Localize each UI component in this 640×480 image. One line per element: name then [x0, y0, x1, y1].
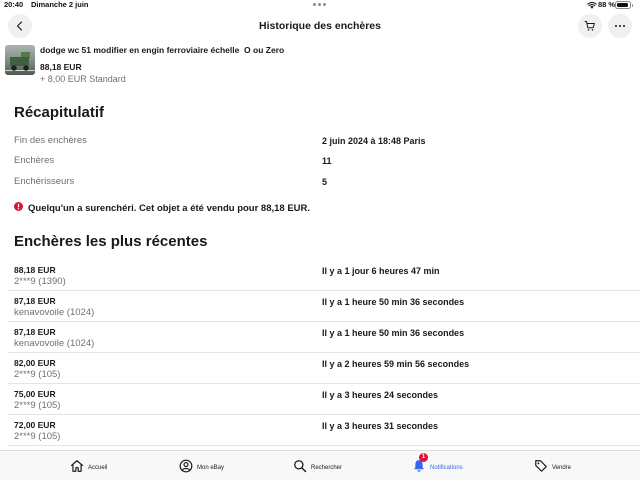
- bid-row: 72,00 EUR 2***9 (105) Il y a 3 heures 31…: [0, 415, 640, 446]
- item-card[interactable]: dodge wc 51 modifier en engin ferroviair…: [0, 42, 640, 84]
- summary-value: 2 juin 2024 à 18:48 Paris: [322, 136, 426, 146]
- tab-search[interactable]: Rechercher: [293, 451, 342, 480]
- bid-time: Il y a 1 heure 50 min 36 secondes: [322, 297, 465, 307]
- alert-message: Quelqu'un a surenchéri. Cet objet a été …: [28, 203, 311, 214]
- more-options-button[interactable]: [608, 14, 632, 38]
- tab-label: Notifications: [430, 465, 463, 471]
- bid-row: 88,18 EUR 2***9 (1390) Il y a 1 jour 6 h…: [0, 260, 640, 291]
- summary-label: Enchérisseurs: [14, 176, 75, 187]
- bid-amount: 75,00 EUR: [14, 389, 56, 399]
- battery-percentage: 88 %: [598, 0, 616, 9]
- bid-amount: 87,18 EUR: [14, 327, 56, 337]
- bid-time: Il y a 2 heures 59 min 56 secondes: [322, 359, 470, 369]
- bidder-name: kenavovoile (1024): [14, 307, 95, 318]
- tab-sell[interactable]: Vendre: [534, 451, 571, 480]
- tab-label: Rechercher: [311, 465, 343, 471]
- bid-time: Il y a 3 heures 24 secondes: [322, 390, 439, 400]
- bid-row: 87,18 EUR kenavovoile (1024) Il y a 1 he…: [0, 322, 640, 353]
- tab-notifications[interactable]: 1 Notifications: [412, 451, 463, 480]
- page-title: Historique des enchères: [259, 20, 381, 32]
- battery-fill: [617, 3, 628, 7]
- summary-label: Enchères: [14, 155, 55, 166]
- bid-time: Il y a 1 heure 50 min 36 secondes: [322, 328, 465, 338]
- bidder-name: 2***9 (1390): [14, 276, 66, 287]
- battery-icon: [615, 1, 631, 9]
- status-date: Dimanche 2 juin: [31, 0, 89, 9]
- tab-home[interactable]: Accueil: [70, 451, 107, 480]
- bidder-name: 2***9 (105): [14, 400, 61, 411]
- bid-time: Il y a 1 jour 6 heures 47 min: [322, 266, 440, 276]
- bid-row: 75,00 EUR 2***9 (105) Il y a 3 heures 24…: [0, 384, 640, 415]
- bid-amount: 82,00 EUR: [14, 358, 56, 368]
- cart-icon: [584, 21, 595, 31]
- bid-amount: 87,18 EUR: [14, 296, 56, 306]
- recent-bids-heading: Enchères les plus récentes: [14, 233, 208, 250]
- cart-button[interactable]: [578, 14, 602, 38]
- more-options-icon: [614, 24, 626, 28]
- bid-time: Il y a 3 heures 31 secondes: [322, 421, 439, 431]
- tab-bar: Accueil Mon eBay Rechercher 1 Notificati…: [0, 450, 640, 480]
- home-icon: [70, 460, 84, 472]
- account-icon: [179, 459, 193, 473]
- bidder-name: kenavovoile (1024): [14, 338, 95, 349]
- bidder-name: 2***9 (105): [14, 431, 61, 442]
- tab-label: Mon eBay: [197, 465, 225, 471]
- tab-label: Accueil: [88, 465, 108, 471]
- item-title: dodge wc 51 modifier en engin ferroviair…: [40, 45, 285, 55]
- summary-heading: Récapitulatif: [14, 104, 105, 121]
- multitasking-dots-icon[interactable]: [313, 3, 326, 6]
- wifi-icon: [587, 1, 597, 9]
- search-icon: [294, 460, 307, 473]
- item-thumbnail: [5, 45, 35, 75]
- bidder-name: 2***9 (105): [14, 369, 61, 380]
- item-shipping: + 8,00 EUR Standard: [40, 74, 126, 84]
- summary-value: 5: [322, 177, 328, 187]
- bid-amount: 88,18 EUR: [14, 265, 56, 275]
- summary-value: 11: [322, 156, 332, 166]
- tab-my-ebay[interactable]: Mon eBay: [179, 451, 224, 480]
- tab-label: Vendre: [552, 465, 572, 471]
- notification-badge: 1: [419, 453, 428, 462]
- bid-row: 82,00 EUR 2***9 (105) Il y a 2 heures 59…: [0, 353, 640, 384]
- battery-nub: [631, 3, 633, 7]
- item-price: 88,18 EUR: [40, 62, 82, 72]
- status-time: 20:40: [4, 0, 24, 9]
- bid-row: 87,18 EUR kenavovoile (1024) Il y a 1 he…: [0, 291, 640, 322]
- alert-icon: [14, 201, 23, 211]
- bid-amount: 72,00 EUR: [14, 420, 56, 430]
- summary-label: Fin des enchères: [14, 135, 87, 146]
- tag-icon: [535, 460, 547, 472]
